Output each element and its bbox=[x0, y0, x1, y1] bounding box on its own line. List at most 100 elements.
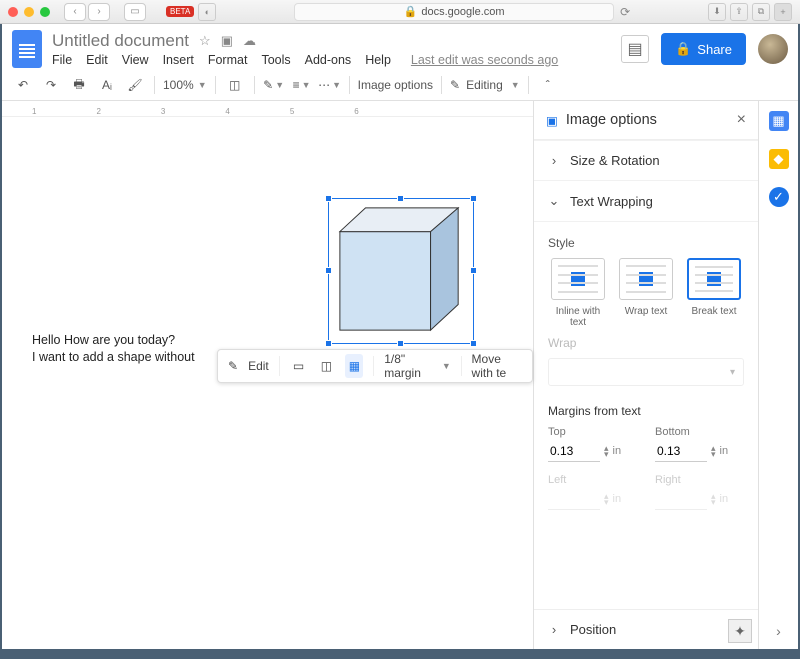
url-text: docs.google.com bbox=[421, 6, 504, 18]
style-inline-option[interactable] bbox=[551, 258, 605, 300]
keep-icon[interactable]: ◆ bbox=[769, 149, 789, 169]
edit-button[interactable]: Edit bbox=[248, 359, 269, 373]
selection-outline bbox=[328, 198, 474, 344]
margin-top-input[interactable] bbox=[548, 440, 600, 462]
resize-handle-s[interactable] bbox=[397, 340, 404, 347]
minimize-window-icon[interactable] bbox=[24, 7, 34, 17]
resize-handle-n[interactable] bbox=[397, 195, 404, 202]
forward-button[interactable]: › bbox=[88, 3, 110, 21]
image-options-link[interactable]: Image options bbox=[358, 78, 433, 92]
browser-chrome: ‹ › ▭ BETA ◐ 🔒 docs.google.com ⟳ ⬇ ⇪ ⧉ + bbox=[0, 0, 800, 24]
resize-handle-sw[interactable] bbox=[325, 340, 332, 347]
downloads-icon[interactable]: ⬇ bbox=[708, 3, 726, 21]
border-weight-button[interactable]: ≡▼ bbox=[291, 74, 313, 96]
menu-format[interactable]: Format bbox=[208, 53, 248, 67]
style-heading: Style bbox=[548, 236, 744, 250]
body-text[interactable]: Hello How are you today? I want to add a… bbox=[32, 332, 195, 366]
document-title[interactable]: Untitled document bbox=[52, 31, 189, 51]
move-folder-icon[interactable]: ▣ bbox=[221, 33, 233, 49]
ruler-mark: 3 bbox=[161, 107, 165, 116]
maximize-window-icon[interactable] bbox=[40, 7, 50, 17]
editing-mode-select[interactable]: ✎ Editing ▼ bbox=[450, 78, 520, 92]
back-button[interactable]: ‹ bbox=[64, 3, 86, 21]
account-avatar[interactable] bbox=[758, 34, 788, 64]
resize-handle-se[interactable] bbox=[470, 340, 477, 347]
stepper-icon: ▴▾ bbox=[711, 493, 716, 506]
menu-addons[interactable]: Add-ons bbox=[305, 53, 352, 67]
print-button[interactable]: 🖶 bbox=[68, 74, 90, 96]
last-edit-link[interactable]: Last edit was seconds ago bbox=[411, 53, 558, 67]
chevron-right-icon: › bbox=[548, 622, 560, 637]
main-area: 1 2 3 4 5 6 Hello How are you today? I w… bbox=[2, 101, 798, 649]
chevron-down-icon: ⌄ bbox=[548, 193, 560, 209]
border-color-button[interactable]: ✎▼ bbox=[263, 74, 285, 96]
resize-handle-e[interactable] bbox=[470, 267, 477, 274]
resize-handle-ne[interactable] bbox=[470, 195, 477, 202]
calendar-icon[interactable]: ▦ bbox=[769, 111, 789, 131]
beta-badge: BETA bbox=[166, 6, 194, 17]
margin-bottom-input[interactable] bbox=[655, 440, 707, 462]
close-window-icon[interactable] bbox=[8, 7, 18, 17]
resize-handle-nw[interactable] bbox=[325, 195, 332, 202]
wrap-select: ▾ bbox=[548, 358, 744, 386]
close-sidebar-button[interactable]: × bbox=[737, 111, 746, 129]
break-text-option[interactable]: ▦ bbox=[345, 354, 363, 378]
inline-wrap-option[interactable]: ▭ bbox=[290, 354, 308, 378]
chevron-down-icon: ▼ bbox=[442, 361, 451, 371]
spellcheck-button[interactable]: Aᵢ bbox=[96, 74, 118, 96]
bottom-label: Bottom bbox=[655, 426, 744, 438]
style-break-option[interactable] bbox=[687, 258, 741, 300]
address-bar[interactable]: 🔒 docs.google.com bbox=[294, 3, 614, 21]
stepper-icon: ▴▾ bbox=[604, 493, 609, 506]
lock-icon: 🔒 bbox=[675, 41, 691, 57]
zoom-value: 100% bbox=[163, 78, 194, 92]
section-text-wrapping[interactable]: ⌄ Text Wrapping bbox=[534, 180, 758, 221]
section-position[interactable]: › Position bbox=[534, 609, 758, 649]
section-label: Text Wrapping bbox=[570, 194, 653, 209]
undo-button[interactable]: ↶ bbox=[12, 74, 34, 96]
resize-handle-w[interactable] bbox=[325, 267, 332, 274]
section-size-rotation[interactable]: › Size & Rotation bbox=[534, 140, 758, 180]
comments-button[interactable]: ▤ bbox=[621, 35, 649, 63]
share-icon[interactable]: ⇪ bbox=[730, 3, 748, 21]
zoom-select[interactable]: 100% ▼ bbox=[163, 78, 207, 92]
redo-button[interactable]: ↷ bbox=[40, 74, 62, 96]
privacy-report-icon[interactable]: ◐ bbox=[198, 3, 216, 21]
reload-icon[interactable]: ⟳ bbox=[620, 5, 630, 19]
menu-view[interactable]: View bbox=[122, 53, 149, 67]
border-dash-button[interactable]: ⋯▼ bbox=[319, 74, 341, 96]
menu-bar: File Edit View Insert Format Tools Add-o… bbox=[52, 53, 558, 67]
window-controls bbox=[8, 7, 50, 17]
unit-label: in bbox=[720, 445, 729, 457]
stepper-icon[interactable]: ▴▾ bbox=[711, 445, 716, 458]
horizontal-ruler[interactable]: 1 2 3 4 5 6 bbox=[2, 101, 533, 117]
selected-shape[interactable] bbox=[332, 202, 470, 340]
image-icon: ▣ bbox=[546, 113, 558, 128]
style-caption: Break text bbox=[691, 306, 736, 317]
menu-tools[interactable]: Tools bbox=[261, 53, 290, 67]
menu-edit[interactable]: Edit bbox=[86, 53, 108, 67]
wrap-text-option[interactable]: ◫ bbox=[317, 354, 335, 378]
menu-help[interactable]: Help bbox=[365, 53, 391, 67]
menu-insert[interactable]: Insert bbox=[163, 53, 194, 67]
docs-logo-icon[interactable] bbox=[12, 30, 42, 68]
margins-heading: Margins from text bbox=[548, 404, 744, 418]
margin-select[interactable]: 1/8" margin bbox=[384, 352, 430, 380]
tasks-icon[interactable]: ✓ bbox=[769, 187, 789, 207]
style-wrap-option[interactable] bbox=[619, 258, 673, 300]
document-page[interactable]: Hello How are you today? I want to add a… bbox=[2, 117, 533, 649]
crop-button[interactable]: ◫ bbox=[224, 74, 246, 96]
share-button[interactable]: 🔒 Share bbox=[661, 33, 746, 65]
paint-format-button[interactable]: 🖌 bbox=[124, 74, 146, 96]
sidebar-toggle-icon[interactable]: ▭ bbox=[124, 3, 146, 21]
collapse-rail-button[interactable]: › bbox=[776, 623, 781, 639]
expand-toolbar-button[interactable]: ˆ bbox=[537, 74, 559, 96]
tabs-icon[interactable]: ⧉ bbox=[752, 3, 770, 21]
star-icon[interactable]: ☆ bbox=[199, 33, 211, 49]
move-with-text-select[interactable]: Move with te bbox=[472, 352, 522, 380]
image-options-sidebar: ▣ Image options × › Size & Rotation ⌄ Te… bbox=[533, 101, 758, 649]
explore-button[interactable]: ✦ bbox=[728, 619, 752, 643]
menu-file[interactable]: File bbox=[52, 53, 72, 67]
new-tab-icon[interactable]: + bbox=[774, 3, 792, 21]
stepper-icon[interactable]: ▴▾ bbox=[604, 445, 609, 458]
